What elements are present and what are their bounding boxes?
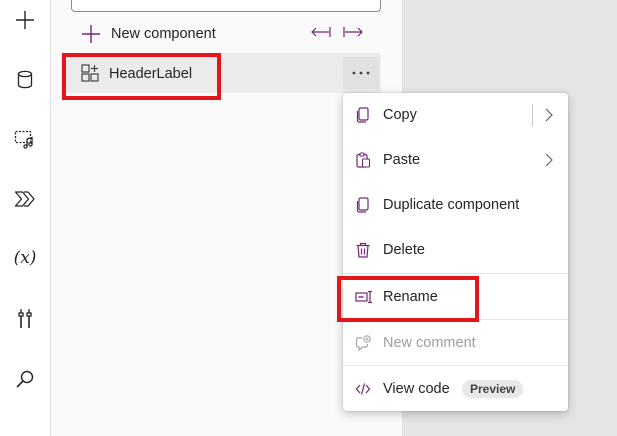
menu-item-new-comment[interactable]: New comment bbox=[343, 324, 568, 362]
media-icon[interactable] bbox=[0, 117, 50, 161]
menu-separator bbox=[343, 365, 568, 366]
advanced-tools-icon[interactable] bbox=[0, 297, 50, 341]
preview-badge: Preview bbox=[462, 380, 524, 398]
menu-item-delete[interactable]: Delete bbox=[343, 231, 568, 269]
menu-item-paste[interactable]: Paste bbox=[343, 141, 568, 179]
power-automate-icon[interactable] bbox=[0, 177, 50, 221]
copy-icon bbox=[356, 107, 369, 123]
add-icon bbox=[82, 25, 100, 43]
duplicate-icon bbox=[356, 197, 369, 213]
delete-icon bbox=[356, 242, 370, 258]
chevron-right-icon[interactable] bbox=[544, 108, 554, 122]
paste-icon bbox=[356, 152, 371, 168]
panel-resize-controls bbox=[309, 24, 365, 40]
search-icon[interactable] bbox=[0, 357, 50, 401]
menu-separator bbox=[343, 319, 568, 320]
chevron-right-icon[interactable] bbox=[544, 153, 554, 167]
more-options-button[interactable] bbox=[343, 57, 379, 89]
add-icon[interactable] bbox=[0, 0, 50, 42]
new-component-button[interactable]: New component bbox=[81, 21, 216, 47]
data-icon[interactable] bbox=[0, 58, 50, 102]
menu-item-view-code[interactable]: View code Preview bbox=[343, 370, 568, 408]
search-input[interactable] bbox=[71, 0, 381, 12]
new-component-label: New component bbox=[111, 26, 216, 42]
variables-icon[interactable]: (x) bbox=[0, 236, 50, 280]
menu-item-copy[interactable]: Copy bbox=[343, 96, 568, 134]
context-menu: Copy Paste Duplicate component Delete Re… bbox=[343, 93, 568, 411]
menu-separator bbox=[343, 273, 568, 274]
more-icon bbox=[352, 71, 370, 75]
tree-item-label: HeaderLabel bbox=[109, 66, 193, 82]
split-divider bbox=[532, 104, 533, 126]
comment-add-icon bbox=[355, 335, 371, 351]
expand-right-icon[interactable] bbox=[343, 24, 365, 40]
component-icon bbox=[81, 64, 99, 82]
menu-item-rename[interactable]: Rename bbox=[343, 278, 568, 316]
collapse-left-icon[interactable] bbox=[309, 24, 331, 40]
left-rail: (x) bbox=[0, 0, 51, 436]
code-icon bbox=[355, 383, 371, 395]
rename-icon bbox=[355, 290, 372, 304]
menu-item-duplicate-component[interactable]: Duplicate component bbox=[343, 186, 568, 224]
